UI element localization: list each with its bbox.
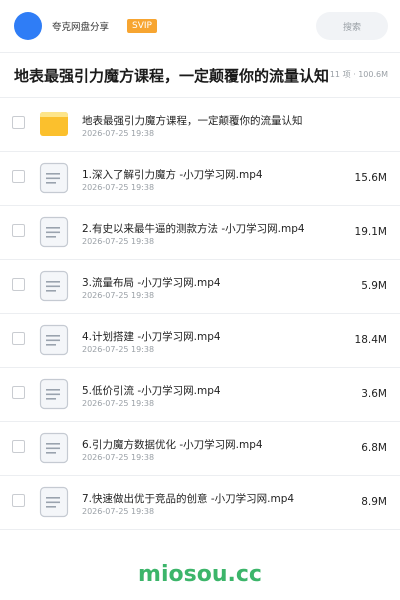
file-name: 4.计划搭建 -小刀学习网.mp4 [82, 331, 221, 343]
file-size: 8.9M [361, 496, 387, 508]
row-checkbox[interactable] [12, 170, 25, 183]
file-row[interactable]: 1.深入了解引力魔方 -小刀学习网.mp4 2026-07-25 19:38 15.… [0, 152, 400, 206]
file-row[interactable]: 4.计划搭建 -小刀学习网.mp4 2026-07-25 19:38 18.4M [0, 314, 400, 368]
file-date: 2026-07-25 19:38 [82, 507, 155, 516]
file-name: 7.快速做出优于竞品的创意 -小刀学习网.mp4 [82, 493, 295, 505]
document-icon [38, 486, 70, 518]
row-checkbox[interactable] [12, 116, 25, 129]
search-button[interactable]: 搜索 [316, 12, 388, 40]
app-logo-icon [14, 12, 42, 40]
document-icon [38, 432, 70, 464]
file-size: 5.9M [361, 280, 387, 292]
file-date: 2026-07-25 19:38 [82, 129, 155, 138]
document-icon [38, 378, 70, 410]
folder-icon [38, 108, 70, 140]
folder-title-row: 11 项 · 100.6M 地表最强引力魔方课程，一定颠覆你的流量认知 [0, 53, 400, 97]
file-size: 6.8M [361, 442, 387, 454]
page-title: 地表最强引力魔方课程，一定颠覆你的流量认知 [14, 67, 330, 85]
file-date: 2026-07-25 19:38 [82, 453, 155, 462]
search-label: 搜索 [342, 22, 361, 33]
file-size: 18.4M [354, 334, 387, 346]
file-list: 地表最强引力魔方课程，一定颠覆你的流量认知 2026-07-25 19:38 1.深… [0, 98, 400, 530]
file-date: 2026-07-25 19:38 [82, 291, 155, 300]
row-checkbox[interactable] [12, 332, 25, 345]
file-row[interactable]: 5.低价引流 -小刀学习网.mp4 2026-07-25 19:38 3.6M [0, 368, 400, 422]
file-size: 15.6M [354, 172, 387, 184]
row-checkbox[interactable] [12, 494, 25, 507]
row-checkbox[interactable] [12, 278, 25, 291]
file-date: 2026-07-25 19:38 [82, 237, 155, 246]
folder-meta: 11 项 · 100.6M [329, 70, 388, 79]
row-checkbox[interactable] [12, 224, 25, 237]
file-date: 2026-07-25 19:38 [82, 345, 155, 354]
document-icon [38, 216, 70, 248]
row-checkbox[interactable] [12, 386, 25, 399]
watermark-text: miosou.cc [138, 562, 262, 587]
file-name: 1.深入了解引力魔方 -小刀学习网.mp4 [82, 169, 263, 181]
file-name: 3.流量布局 -小刀学习网.mp4 [82, 277, 221, 289]
file-date: 2026-07-25 19:38 [82, 399, 155, 408]
file-name: 6.引力魔方数据优化 -小刀学习网.mp4 [82, 439, 263, 451]
file-size: 3.6M [361, 388, 387, 400]
file-row[interactable]: 3.流量布局 -小刀学习网.mp4 2026-07-25 19:38 5.9M [0, 260, 400, 314]
file-name: 5.低价引流 -小刀学习网.mp4 [82, 385, 221, 397]
row-checkbox[interactable] [12, 440, 25, 453]
document-icon [38, 162, 70, 194]
file-row[interactable]: 2.有史以来最牛逼的测款方法 -小刀学习网.mp4 2026-07-25 19:3… [0, 206, 400, 260]
file-name: 2.有史以来最牛逼的测款方法 -小刀学习网.mp4 [82, 223, 305, 235]
file-size: 19.1M [354, 226, 387, 238]
svip-badge[interactable]: SVIP [127, 19, 157, 33]
app-name: 夸克网盘分享 [52, 22, 110, 33]
file-row[interactable]: 7.快速做出优于竞品的创意 -小刀学习网.mp4 2026-07-25 19:38… [0, 476, 400, 530]
file-date: 2026-07-25 19:38 [82, 183, 155, 192]
file-name: 地表最强引力魔方课程，一定颠覆你的流量认知 [82, 115, 303, 127]
share-page: 夸克网盘分享 SVIP 搜索 11 项 · 100.6M 地表最强引力魔方课程，… [0, 0, 400, 600]
folder-row[interactable]: 地表最强引力魔方课程，一定颠覆你的流量认知 2026-07-25 19:38 [0, 98, 400, 152]
document-icon [38, 324, 70, 356]
file-row[interactable]: 6.引力魔方数据优化 -小刀学习网.mp4 2026-07-25 19:38 6.8… [0, 422, 400, 476]
header: 夸克网盘分享 SVIP 搜索 [0, 0, 400, 52]
document-icon [38, 270, 70, 302]
